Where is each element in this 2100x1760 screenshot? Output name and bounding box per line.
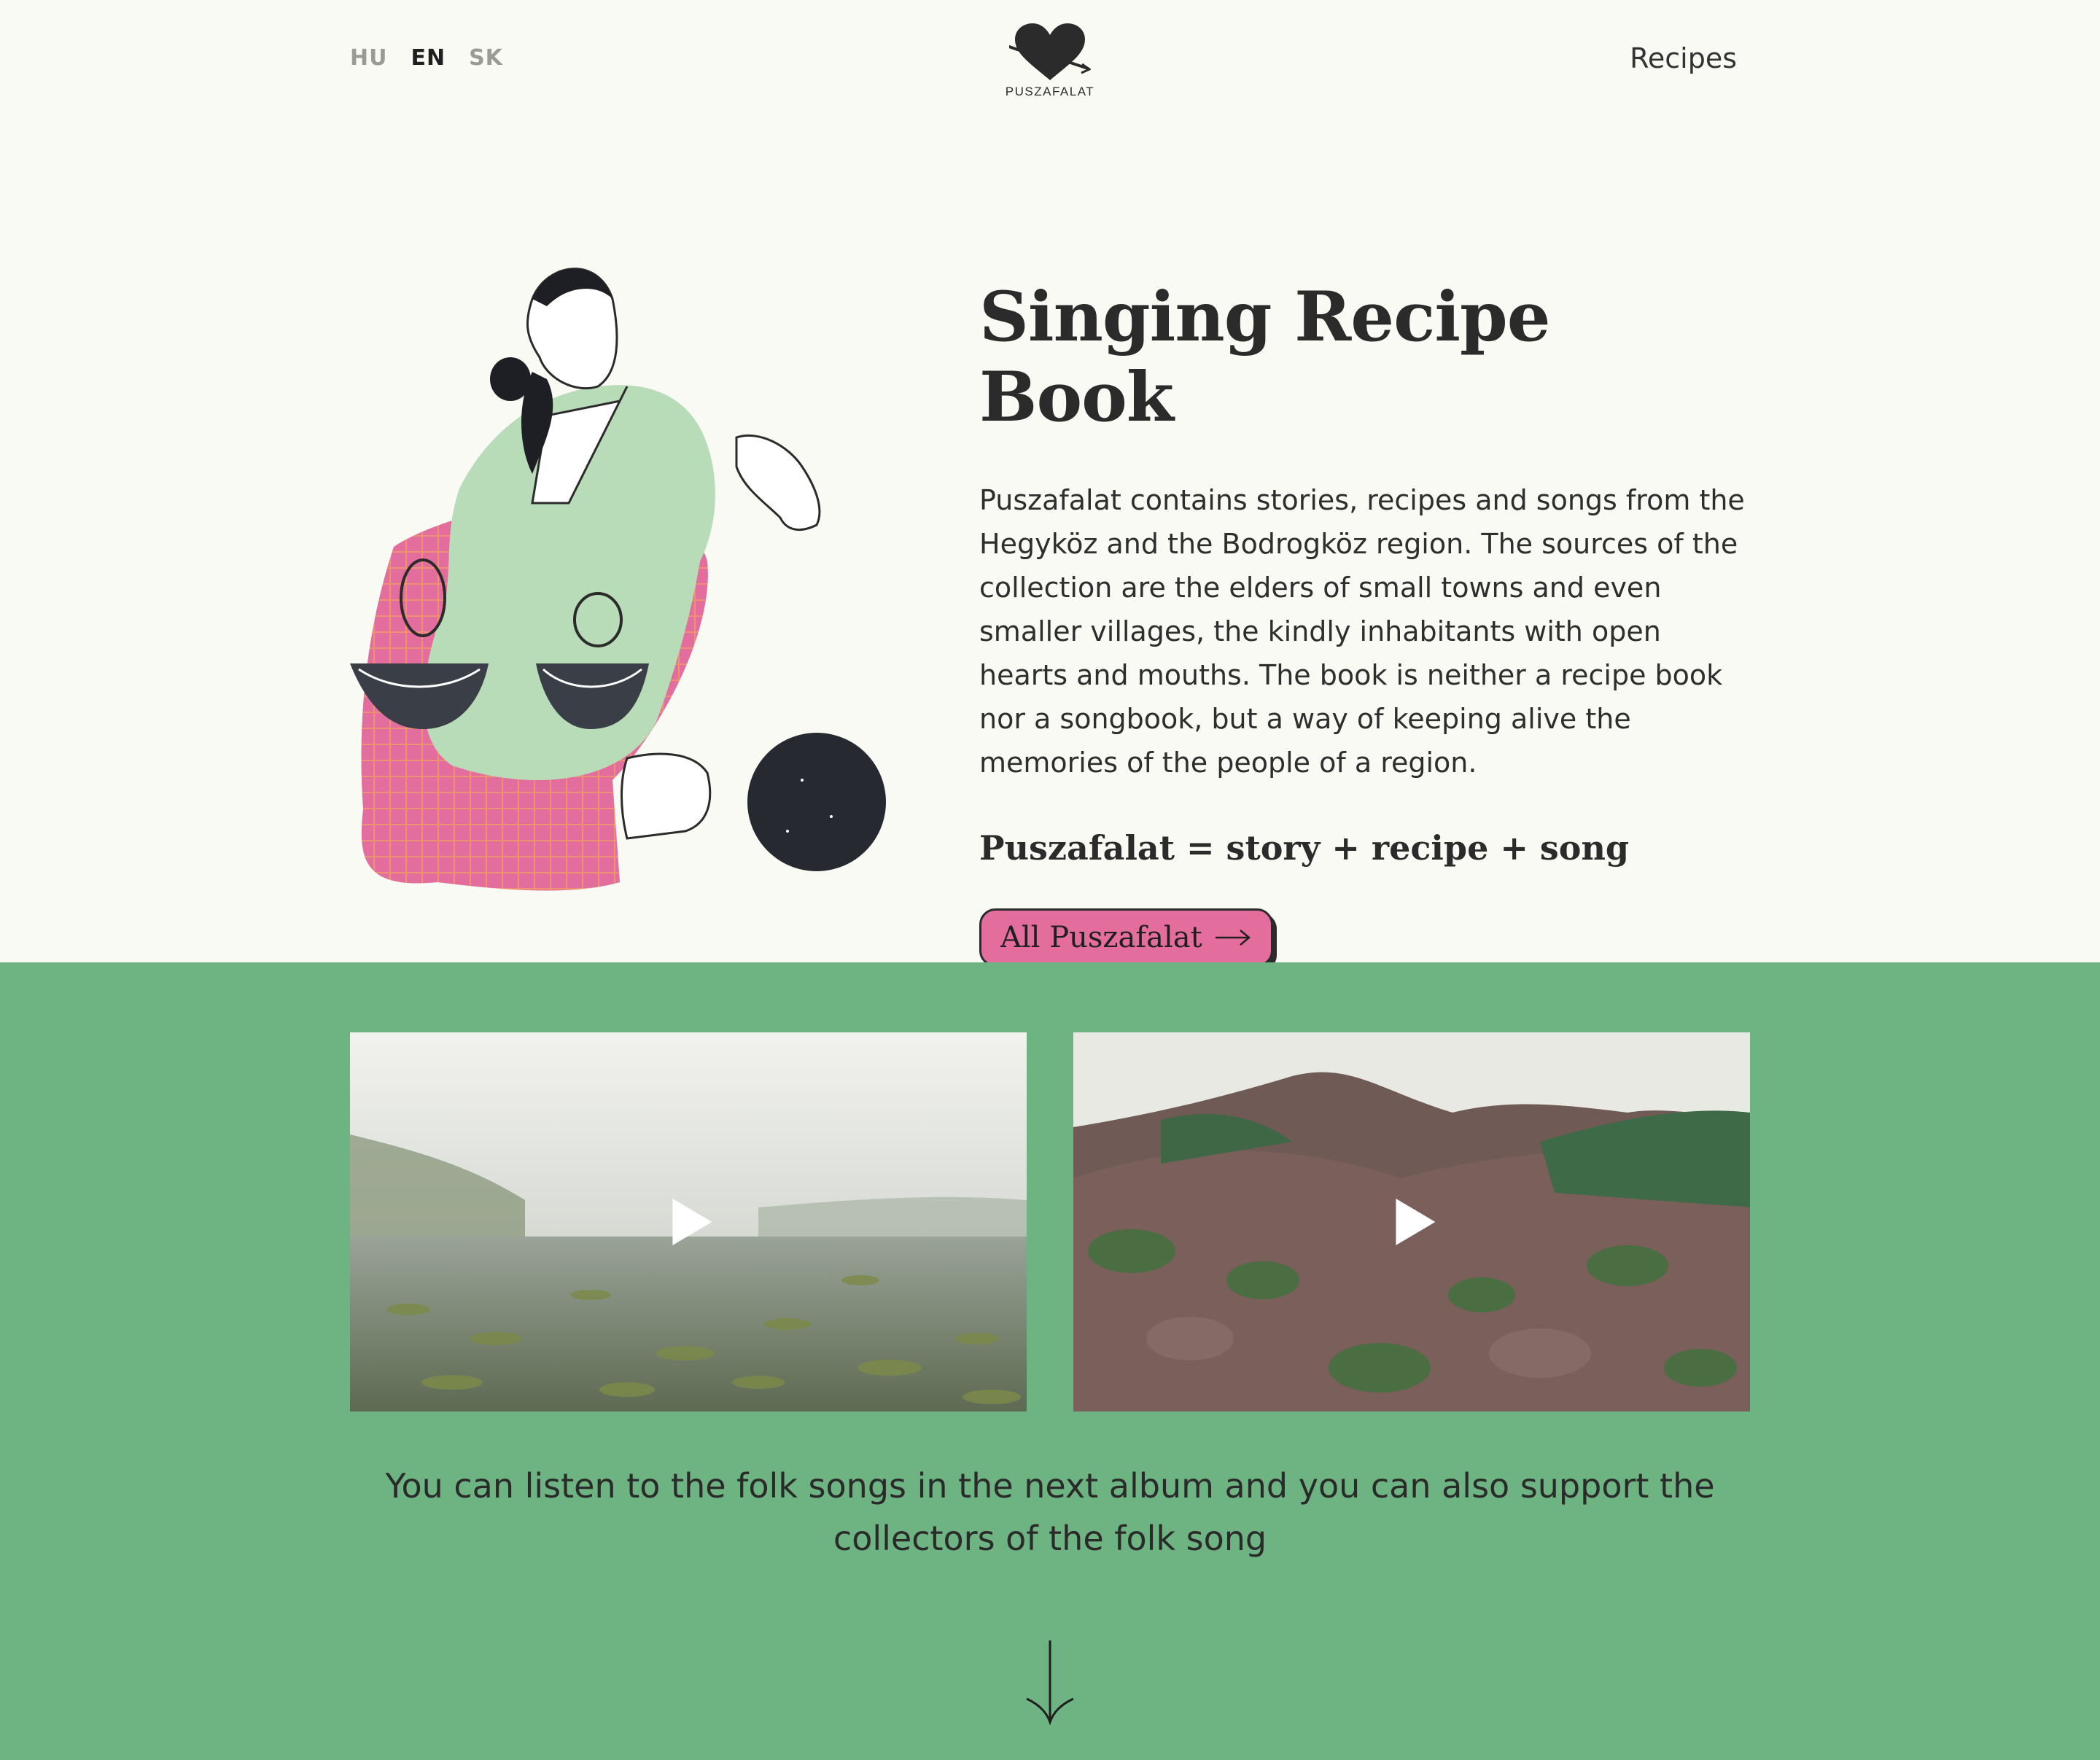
play-icon — [672, 1199, 712, 1245]
arrow-down-icon[interactable] — [1024, 1639, 1076, 1726]
album-caption: You can listen to the folk songs in the … — [385, 1466, 1715, 1558]
page: HU EN SK PUSZAFALAT Recipes Singing Reci… — [0, 0, 2100, 1760]
cta-label: All Puszafalat — [1000, 921, 1202, 954]
video-hills[interactable] — [1073, 1032, 1750, 1411]
lang-en[interactable]: EN — [411, 45, 446, 71]
hero-formula: Puszafalat = story + recipe + song — [979, 828, 1630, 868]
hero-content: Singing Recipe Book Puszafalat contains … — [979, 277, 1767, 967]
lang-hu[interactable]: HU — [350, 45, 387, 71]
video-lake[interactable] — [350, 1032, 1027, 1411]
page-title: Singing Recipe Book — [979, 277, 1551, 437]
play-icon — [1396, 1199, 1436, 1245]
language-switcher: HU EN SK — [350, 45, 503, 71]
lang-sk[interactable]: SK — [469, 45, 503, 71]
all-puszafalat-button[interactable]: All Puszafalat — [979, 908, 1273, 967]
heart-logo-icon — [1009, 23, 1091, 80]
arrow-right-icon — [1215, 930, 1251, 946]
media-section: You can listen to the folk songs in the … — [0, 962, 2100, 1760]
site-logo[interactable]: PUSZAFALAT — [999, 22, 1101, 99]
hero-illustration — [350, 268, 886, 891]
logo-wordmark: PUSZAFALAT — [1005, 85, 1095, 98]
nav-recipes-link[interactable]: Recipes — [1630, 42, 1737, 74]
hero-description: Puszafalat contains stories, recipes and… — [979, 484, 1745, 779]
